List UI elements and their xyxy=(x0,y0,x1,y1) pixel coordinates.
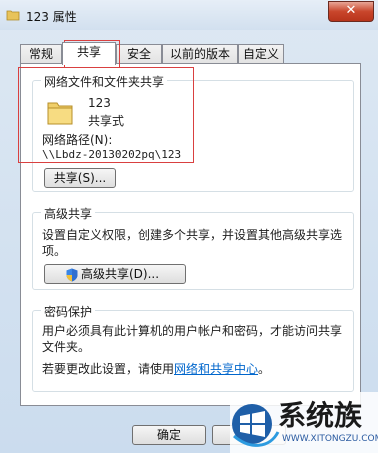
change-prefix: 若要更改此设置，请使用 xyxy=(42,362,175,376)
advanced-sharing-button[interactable]: 高级共享(D)... xyxy=(44,264,186,284)
tab-sharing[interactable]: 共享 xyxy=(62,42,116,65)
change-suffix: 。 xyxy=(258,362,271,376)
advanced-description-line1: 设置自定义权限，创建多个共享，并设置其他高级共享选 xyxy=(42,228,343,242)
password-description-line2: 文件夹。 xyxy=(42,340,91,354)
group-title: 网络文件和文件夹共享 xyxy=(41,73,168,90)
password-description-line1: 用户必须具有此计算机的用户帐户和密码，才能访问共享 xyxy=(42,324,343,338)
close-icon: ✕ xyxy=(345,3,357,18)
share-button-label: 共享(S)... xyxy=(53,171,107,185)
network-path-label: 网络路径(N): xyxy=(42,133,113,147)
tab-label: 自定义 xyxy=(242,47,279,61)
tab-customize[interactable]: 自定义 xyxy=(238,44,284,63)
share-status: 共享式 xyxy=(88,114,125,128)
close-button[interactable]: ✕ xyxy=(328,1,374,22)
network-path[interactable]: \\Lbdz-20130202pq\123 xyxy=(42,148,181,161)
advanced-sharing-button-label: 高级共享(D)... xyxy=(81,267,160,281)
title-bar[interactable]: 123 属性 ✕ xyxy=(0,0,378,30)
ok-button[interactable]: 确定 xyxy=(132,425,206,445)
tab-label: 以前的版本 xyxy=(169,47,230,61)
uac-shield-icon xyxy=(66,268,78,282)
folder-icon xyxy=(47,102,73,125)
watermark-url: WWW.XITONGZU.COM xyxy=(282,434,378,444)
window-title: 123 属性 xyxy=(26,10,77,24)
advanced-description-line2: 项。 xyxy=(42,244,67,258)
group-title: 密码保护 xyxy=(41,303,96,320)
password-change-text: 若要更改此设置，请使用网络和共享中心。 xyxy=(42,360,270,377)
tab-security[interactable]: 安全 xyxy=(116,44,162,63)
folder-name: 123 xyxy=(88,96,111,110)
ok-button-label: 确定 xyxy=(156,428,181,442)
network-sharing-center-link[interactable]: 网络和共享中心 xyxy=(174,362,258,376)
tab-label: 常规 xyxy=(28,47,53,61)
folder-icon xyxy=(6,10,20,21)
watermark-brand: 系统族 xyxy=(278,399,363,432)
tab-label: 安全 xyxy=(126,47,151,61)
tab-label: 共享 xyxy=(76,45,101,59)
properties-window: 123 属性 ✕ 常规 共享 安全 以前的版本 自定义 网络文件和文件夹共享 1… xyxy=(0,0,378,453)
group-title: 高级共享 xyxy=(41,205,96,222)
share-button[interactable]: 共享(S)... xyxy=(44,168,116,188)
tab-previous-versions[interactable]: 以前的版本 xyxy=(162,44,238,63)
tab-general[interactable]: 常规 xyxy=(20,44,62,63)
